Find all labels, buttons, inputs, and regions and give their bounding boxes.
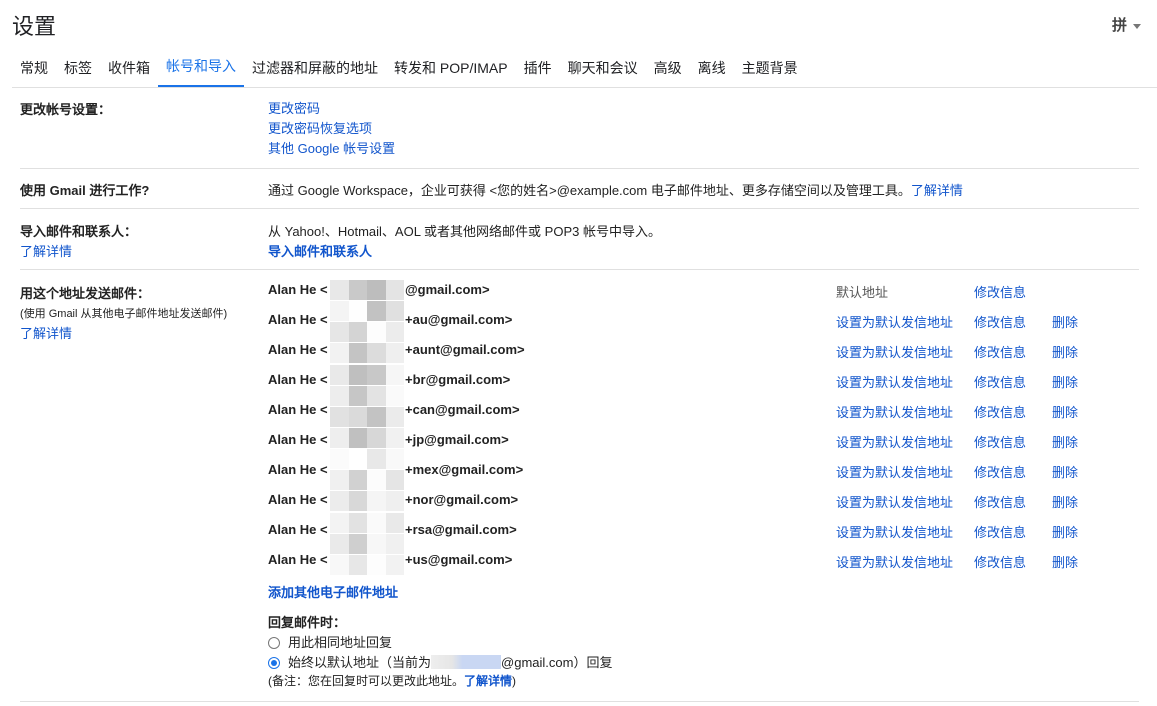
- settings-tabs: 常规 标签 收件箱 帐号和导入 过滤器和屏蔽的地址 转发和 POP/IMAP 插…: [12, 48, 1157, 88]
- tab-forwarding[interactable]: 转发和 POP/IMAP: [386, 49, 516, 87]
- address-email: +rsa@gmail.com>: [405, 522, 517, 537]
- delete-link[interactable]: 删除: [1052, 312, 1078, 331]
- edit-info-link[interactable]: 修改信息: [974, 312, 1026, 331]
- change-password-link[interactable]: 更改密码: [268, 98, 320, 117]
- import-section: 导入邮件和联系人： 了解详情 从 Yahoo!、Hotmail、AOL 或者其他…: [20, 209, 1139, 270]
- set-default-link[interactable]: 设置为默认发信地址: [836, 312, 953, 331]
- send-as-section: 用这个地址发送邮件： (使用 Gmail 从其他电子邮件地址发送邮件) 了解详情…: [20, 270, 1139, 702]
- address-email: +nor@gmail.com>: [405, 492, 519, 507]
- address-name: Alan He <: [268, 372, 328, 387]
- delete-link[interactable]: 删除: [1052, 432, 1078, 451]
- address-name: Alan He <: [268, 402, 328, 417]
- add-email-address-link[interactable]: 添加其他电子邮件地址: [268, 582, 398, 601]
- ime-label: 拼: [1111, 17, 1127, 34]
- chevron-down-icon: [1133, 23, 1141, 29]
- send-as-label: 用这个地址发送邮件：: [20, 286, 151, 301]
- address-email: +br@gmail.com>: [405, 372, 511, 387]
- address-email: +aunt@gmail.com>: [405, 342, 525, 357]
- delete-link[interactable]: 删除: [1052, 402, 1078, 421]
- reply-heading: 回复邮件时：: [268, 615, 347, 630]
- header: 设置 拼: [0, 0, 1157, 48]
- reply-same-label: 用此相同地址回复: [288, 635, 393, 650]
- delete-link[interactable]: 删除: [1052, 372, 1078, 391]
- delete-link[interactable]: 删除: [1052, 492, 1078, 511]
- change-account-label: 更改帐号设置：: [20, 102, 112, 117]
- import-learn-more-link[interactable]: 了解详情: [20, 241, 72, 260]
- set-default-link[interactable]: 设置为默认发信地址: [836, 372, 953, 391]
- tab-addons[interactable]: 插件: [516, 49, 560, 87]
- gmail-work-learn-more-link[interactable]: 了解详情: [911, 183, 963, 198]
- delete-link[interactable]: 删除: [1052, 462, 1078, 481]
- import-text: 从 Yahoo!、Hotmail、AOL 或者其他网络邮件或 POP3 帐号中导…: [268, 224, 661, 239]
- address-name: Alan He <: [268, 522, 328, 537]
- set-default-link[interactable]: 设置为默认发信地址: [836, 342, 953, 361]
- address-email: +mex@gmail.com>: [405, 462, 524, 477]
- edit-info-link[interactable]: 修改信息: [974, 462, 1026, 481]
- send-as-sublabel: (使用 Gmail 从其他电子邮件地址发送邮件): [20, 308, 228, 320]
- reply-default-suffix: @gmail.com）回复: [501, 655, 613, 670]
- ime-indicator[interactable]: 拼: [1112, 14, 1141, 35]
- address-name: Alan He <: [268, 552, 328, 567]
- address-email: +can@gmail.com>: [405, 402, 520, 417]
- address-name: Alan He <: [268, 282, 328, 297]
- default-address-label: 默认地址: [836, 285, 889, 300]
- delete-link[interactable]: 删除: [1052, 522, 1078, 541]
- reply-default-radio[interactable]: [268, 657, 280, 669]
- tab-advanced[interactable]: 高级: [646, 49, 690, 87]
- tab-accounts-import[interactable]: 帐号和导入: [158, 47, 244, 87]
- edit-info-link[interactable]: 修改信息: [974, 432, 1026, 451]
- edit-info-link[interactable]: 修改信息: [974, 372, 1026, 391]
- reply-note: (备注：您在回复时可以更改此地址。了解详情): [268, 672, 516, 689]
- gmail-work-label: 使用 Gmail 进行工作?: [20, 183, 150, 198]
- reply-same-option[interactable]: 用此相同地址回复: [268, 632, 392, 651]
- delete-link[interactable]: 删除: [1052, 552, 1078, 571]
- tab-general[interactable]: 常规: [12, 49, 56, 87]
- address-name: Alan He <: [268, 432, 328, 447]
- reply-default-option[interactable]: 始终以默认地址（当前为 @gmail.com）回复: [268, 652, 612, 671]
- import-mail-contacts-link[interactable]: 导入邮件和联系人: [268, 241, 372, 260]
- gmail-work-text: 通过 Google Workspace，企业可获得 <您的姓名>@example…: [268, 183, 911, 198]
- address-email: @gmail.com>: [405, 282, 490, 297]
- tab-inbox[interactable]: 收件箱: [100, 49, 158, 87]
- set-default-link[interactable]: 设置为默认发信地址: [836, 432, 953, 451]
- address-name: Alan He <: [268, 312, 328, 327]
- address-name: Alan He <: [268, 492, 328, 507]
- set-default-link[interactable]: 设置为默认发信地址: [836, 462, 953, 481]
- delete-link[interactable]: 删除: [1052, 342, 1078, 361]
- edit-info-link[interactable]: 修改信息: [974, 552, 1026, 571]
- tab-offline[interactable]: 离线: [690, 49, 734, 87]
- tab-chat-meet[interactable]: 聊天和会议: [560, 49, 646, 87]
- tab-labels[interactable]: 标签: [56, 49, 100, 87]
- google-account-settings-link[interactable]: 其他 Google 帐号设置: [268, 138, 395, 157]
- reply-same-radio[interactable]: [268, 637, 280, 649]
- change-account-section: 更改帐号设置： 更改密码 更改密码恢复选项 其他 Google 帐号设置: [20, 88, 1139, 169]
- redacted-pixel-mask: [330, 280, 404, 576]
- set-default-link[interactable]: 设置为默认发信地址: [836, 552, 953, 571]
- address-name: Alan He <: [268, 462, 328, 477]
- send-as-learn-more-link[interactable]: 了解详情: [20, 323, 72, 342]
- edit-info-link[interactable]: 修改信息: [974, 342, 1026, 361]
- address-email: +jp@gmail.com>: [405, 432, 509, 447]
- tab-themes[interactable]: 主题背景: [734, 49, 806, 87]
- edit-info-link[interactable]: 修改信息: [974, 402, 1026, 421]
- reply-note-prefix: (备注：您在回复时可以更改此地址。: [268, 674, 464, 688]
- gmail-work-section: 使用 Gmail 进行工作? 通过 Google Workspace，企业可获得…: [20, 169, 1139, 209]
- reply-note-learn-more-link[interactable]: 了解详情: [464, 674, 512, 688]
- set-default-link[interactable]: 设置为默认发信地址: [836, 492, 953, 511]
- edit-info-link[interactable]: 修改信息: [974, 522, 1026, 541]
- change-recovery-link[interactable]: 更改密码恢复选项: [268, 118, 372, 137]
- address-email: +au@gmail.com>: [405, 312, 513, 327]
- edit-info-link[interactable]: 修改信息: [974, 282, 1026, 301]
- import-label: 导入邮件和联系人：: [20, 224, 138, 239]
- reply-note-suffix: ): [512, 674, 517, 688]
- address-name: Alan He <: [268, 342, 328, 357]
- reply-default-prefix: 始终以默认地址（当前为: [288, 655, 432, 670]
- tab-filters[interactable]: 过滤器和屏蔽的地址: [244, 49, 386, 87]
- page-title: 设置: [12, 14, 57, 39]
- edit-info-link[interactable]: 修改信息: [974, 492, 1026, 511]
- address-email: +us@gmail.com>: [405, 552, 513, 567]
- set-default-link[interactable]: 设置为默认发信地址: [836, 522, 953, 541]
- redacted-address-mask: [431, 655, 502, 669]
- set-default-link[interactable]: 设置为默认发信地址: [836, 402, 953, 421]
